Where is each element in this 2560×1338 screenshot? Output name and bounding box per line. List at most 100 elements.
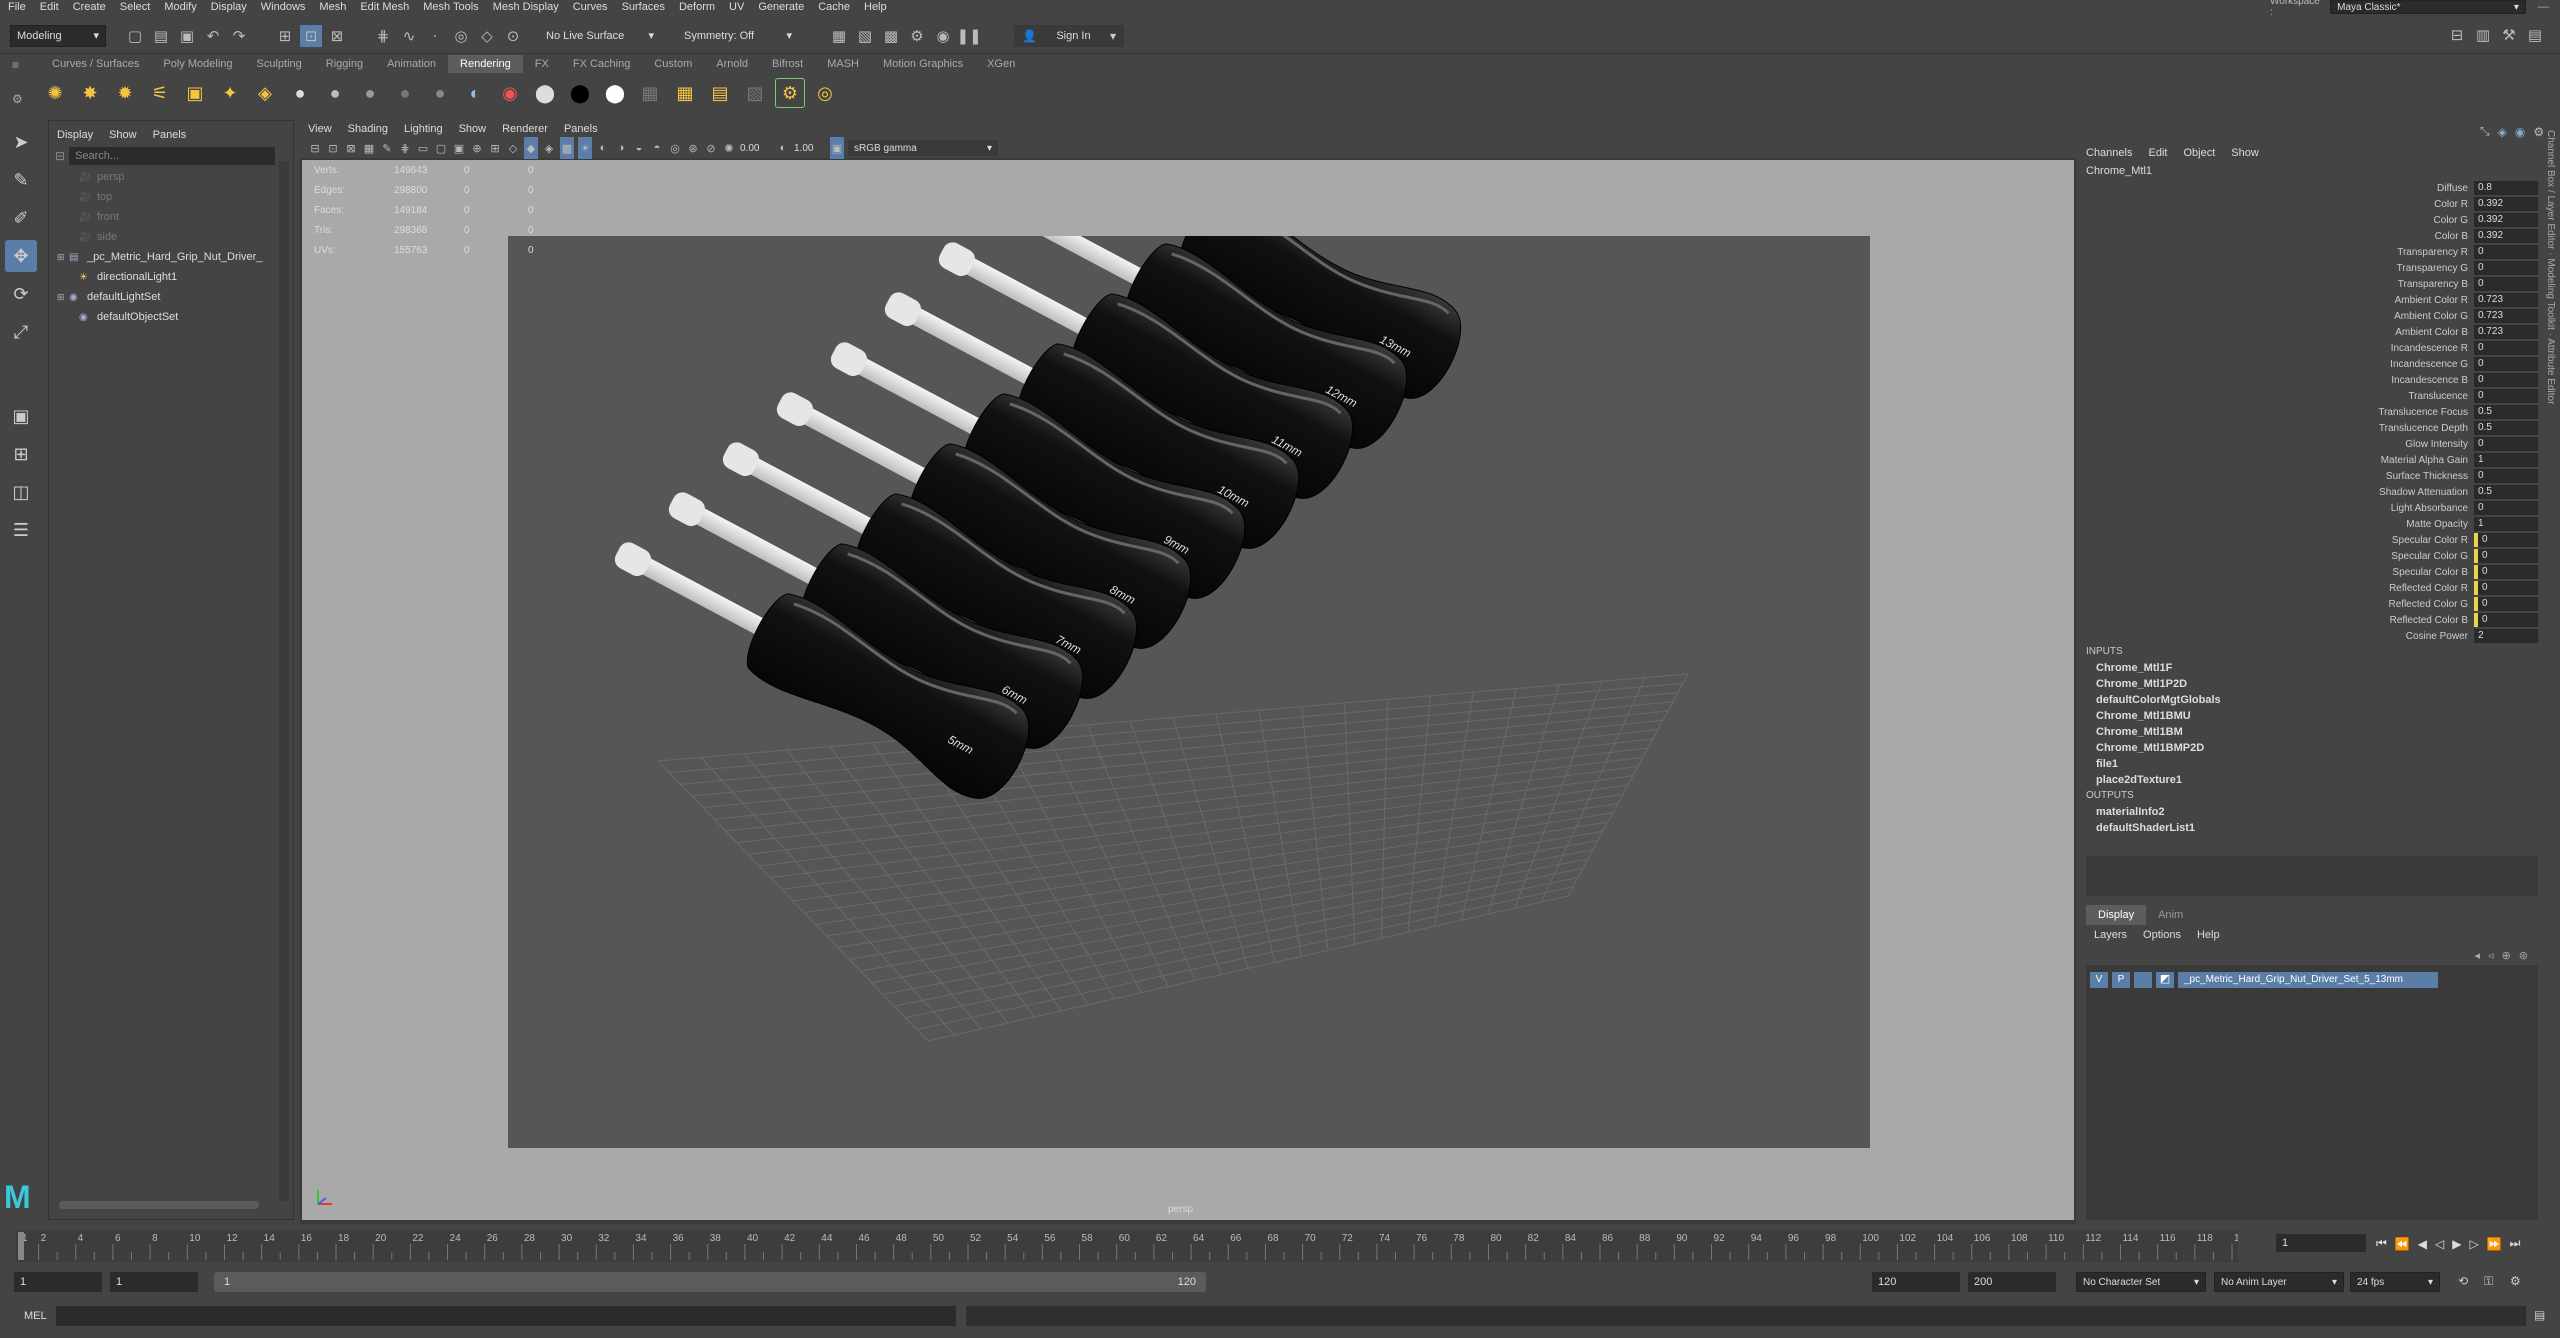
- layer-type-toggle[interactable]: [2134, 972, 2152, 988]
- phonge-icon[interactable]: ●: [390, 78, 420, 108]
- outliner-menu-panels[interactable]: Panels: [153, 129, 187, 141]
- command-language-label[interactable]: MEL: [24, 1310, 47, 1322]
- select-hierarchy-icon[interactable]: ⊞: [274, 25, 296, 47]
- menu-edit-mesh[interactable]: Edit Mesh: [360, 1, 409, 13]
- input-node[interactable]: defaultColorMgtGlobals: [2096, 694, 2526, 710]
- channel-value[interactable]: 0.723: [2474, 325, 2538, 339]
- channel-value[interactable]: 0.5: [2474, 485, 2538, 499]
- step-forward-frame-icon[interactable]: ▷: [2469, 1237, 2478, 1251]
- image-plane-icon[interactable]: ▦: [362, 137, 376, 159]
- tool-settings-icon[interactable]: ⚒: [2498, 24, 2520, 46]
- output-node[interactable]: defaultShaderList1: [2096, 822, 2526, 838]
- channel-row[interactable]: Material Alpha Gain 1: [2100, 452, 2538, 468]
- go-to-end-icon[interactable]: ⏭: [2510, 1236, 2521, 1251]
- step-back-frame-icon[interactable]: ◀: [2418, 1237, 2427, 1251]
- outliner-item[interactable]: 🎥 persp: [57, 167, 293, 187]
- wireframe-on-shaded-icon[interactable]: ◈: [542, 137, 556, 159]
- menu-generate[interactable]: Generate: [758, 1, 804, 13]
- menu-cache[interactable]: Cache: [818, 1, 850, 13]
- character-set-dropdown[interactable]: No Character Set ▾: [2076, 1272, 2206, 1292]
- channel-row[interactable]: Incandescence R 0: [2100, 340, 2538, 356]
- render-icon[interactable]: ▦: [670, 78, 700, 108]
- channel-value[interactable]: 2: [2474, 629, 2538, 643]
- channel-box-node-name[interactable]: Chrome_Mtl1: [2086, 165, 2152, 177]
- viewport-3d[interactable]: 13mm 12mm 11mm 10mm 9mm 8mm 7mm 6mm 5mm Verts: 14…: [302, 142, 2074, 1220]
- shelf-tab-curves-surfaces[interactable]: Curves / Surfaces: [40, 55, 151, 73]
- outliner-item[interactable]: ☀ directionalLight1: [57, 267, 293, 287]
- attribute-editor-icon[interactable]: ▥: [2472, 24, 2494, 46]
- channel-menu-show[interactable]: Show: [2231, 147, 2259, 159]
- snap-view-icon[interactable]: ◎: [450, 25, 472, 47]
- channel-row[interactable]: Diffuse 0.8: [2100, 180, 2538, 196]
- ipr-icon[interactable]: ▤: [705, 78, 735, 108]
- select-object-icon[interactable]: ⊡: [300, 24, 322, 47]
- menu-file[interactable]: File: [8, 1, 26, 13]
- input-node[interactable]: Chrome_Mtl1BMU: [2096, 710, 2526, 726]
- anti-alias-icon[interactable]: ◓: [650, 137, 664, 159]
- select-tool-icon[interactable]: ➤: [5, 126, 37, 158]
- channel-value[interactable]: 0: [2474, 469, 2538, 483]
- input-node[interactable]: Chrome_Mtl1F: [2096, 662, 2526, 678]
- textured-icon[interactable]: ▩: [560, 137, 574, 159]
- layer-tab-display[interactable]: Display: [2086, 905, 2147, 925]
- shelf-tab-animation[interactable]: Animation: [375, 55, 448, 73]
- safe-action-icon[interactable]: ⊞: [488, 137, 502, 159]
- isolate-select-icon[interactable]: ◎: [668, 137, 682, 159]
- channel-menu-channels[interactable]: Channels: [2086, 147, 2132, 159]
- channel-value[interactable]: 0.392: [2474, 229, 2538, 243]
- ipr-render-icon[interactable]: ▩: [880, 25, 902, 47]
- outliner-item[interactable]: 🎥 front: [57, 207, 293, 227]
- shelf-tab-xgen[interactable]: XGen: [975, 55, 1027, 73]
- channel-value[interactable]: 0.5: [2474, 421, 2538, 435]
- ssao-icon[interactable]: ◑: [614, 137, 628, 159]
- expand-icon[interactable]: ⊞: [57, 252, 69, 263]
- output-node[interactable]: materialInfo2: [2096, 806, 2526, 822]
- channel-row[interactable]: Transparency G 0: [2100, 260, 2538, 276]
- xray-joints-icon[interactable]: ⊘: [704, 137, 718, 159]
- play-forward-icon[interactable]: ▶: [2452, 1237, 2461, 1251]
- outliner-scrollbar[interactable]: [279, 161, 289, 1201]
- snap-point-icon[interactable]: ∙: [424, 25, 446, 47]
- channel-value[interactable]: 0.392: [2474, 213, 2538, 227]
- menu-help[interactable]: Help: [864, 1, 887, 13]
- current-frame-field[interactable]: 1: [2276, 1234, 2366, 1252]
- render-view-icon[interactable]: ▧: [854, 25, 876, 47]
- shelf-tab-motion-graphics[interactable]: Motion Graphics: [871, 55, 975, 73]
- playback-start-field[interactable]: 1: [110, 1272, 198, 1292]
- layer-visibility-toggle[interactable]: V: [2090, 972, 2108, 988]
- outliner-menu-show[interactable]: Show: [109, 129, 137, 141]
- channel-value[interactable]: 0.5: [2474, 405, 2538, 419]
- layer-name[interactable]: _pc_Metric_Hard_Grip_Nut_Driver_Set_5_13…: [2178, 972, 2438, 988]
- channel-row[interactable]: Reflected Color R 0: [2100, 580, 2538, 596]
- hypershade-icon[interactable]: ◉: [932, 25, 954, 47]
- channel-menu-edit[interactable]: Edit: [2148, 147, 2167, 159]
- filter-icon[interactable]: ⊟: [55, 149, 65, 163]
- channel-row[interactable]: Color G 0.392: [2100, 212, 2538, 228]
- spot-light-icon[interactable]: ⚟: [145, 78, 175, 108]
- channel-box-icon[interactable]: ▤: [2524, 24, 2546, 46]
- symmetry-dropdown[interactable]: Symmetry: Off ▾: [678, 24, 798, 47]
- minimize-icon[interactable]: —: [2538, 1, 2549, 13]
- channel-value[interactable]: 0: [2474, 389, 2538, 403]
- play-backward-icon[interactable]: ◁: [2435, 1237, 2444, 1251]
- phong-icon[interactable]: ●: [355, 78, 385, 108]
- bookmark-icon[interactable]: ⊠: [344, 137, 358, 159]
- area-light-icon[interactable]: ▣: [180, 78, 210, 108]
- channel-value[interactable]: 0: [2474, 373, 2538, 387]
- arrow-icon[interactable]: ⤡: [2480, 124, 2490, 139]
- blinn-icon[interactable]: ●: [285, 78, 315, 108]
- ramp-shader-icon[interactable]: ◉: [495, 78, 525, 108]
- field-chart-icon[interactable]: ⊕: [470, 137, 484, 159]
- rotate-tool-icon[interactable]: ⟳: [5, 278, 37, 310]
- time-slider[interactable]: 1 2 4 6 8 10 12 14 16 18 20 22 24 26 28 30 32 34 36 38 40 42 4…: [0, 1224, 2560, 1264]
- loop-icon[interactable]: ⟲: [2458, 1274, 2468, 1288]
- start-time-field[interactable]: 1: [14, 1272, 102, 1292]
- channel-row[interactable]: Glow Intensity 0: [2100, 436, 2538, 452]
- shelf-tab-rigging[interactable]: Rigging: [314, 55, 375, 73]
- exposure-value[interactable]: 0.00: [740, 143, 776, 154]
- fps-dropdown[interactable]: 24 fps ▾: [2350, 1272, 2440, 1292]
- outliner-hscrollbar[interactable]: [59, 1201, 259, 1209]
- step-back-key-icon[interactable]: ⏪: [2395, 1237, 2410, 1251]
- channel-row[interactable]: Color B 0.392: [2100, 228, 2538, 244]
- select-component-icon[interactable]: ⊠: [326, 25, 348, 47]
